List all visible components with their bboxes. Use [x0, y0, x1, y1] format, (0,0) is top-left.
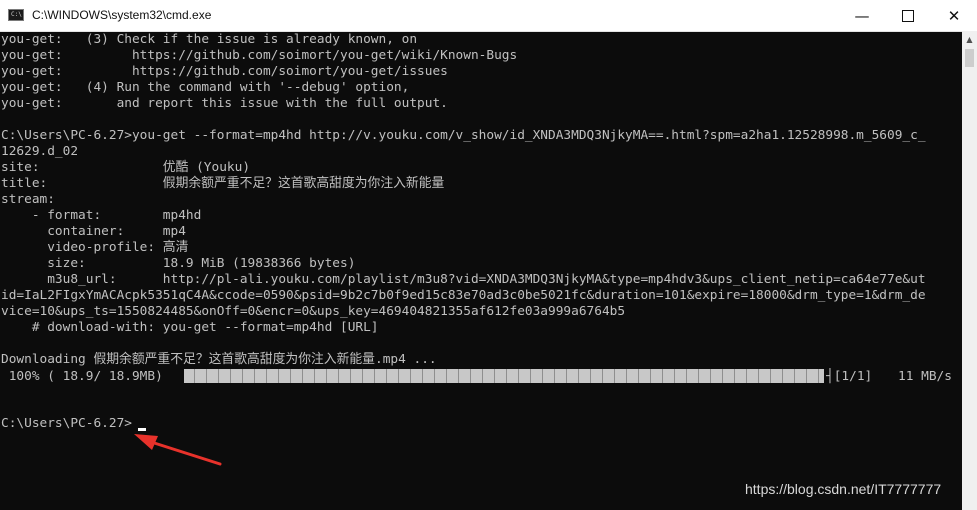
console-line: you-get: and report this issue with the …	[1, 96, 448, 111]
console-line: 12629.d_02	[1, 144, 79, 159]
close-button[interactable]: ✕	[931, 0, 977, 31]
console-line: you-get: https://github.com/soimort/you-…	[1, 64, 448, 79]
console-line: m3u8_url: http://pl-ali.youku.com/playli…	[1, 272, 926, 287]
console-line: - format: mp4hd	[1, 208, 202, 223]
cmd-app-icon[interactable]: C:\	[8, 9, 24, 21]
console-line: you-get: (3) Check if the issue is alrea…	[1, 32, 418, 47]
console-line: Downloading 假期余额严重不足？这首歌高甜度为你注入新能量.mp4 .…	[1, 352, 437, 367]
window-title: C:\WINDOWS\system32\cmd.exe	[32, 8, 212, 22]
console-line: size: 18.9 MiB (19838366 bytes)	[1, 256, 356, 271]
title-bar: C:\ C:\WINDOWS\system32\cmd.exe — ✕	[0, 0, 977, 32]
download-progress-bar	[184, 369, 824, 383]
console-line: you-get: https://github.com/soimort/you-…	[1, 48, 518, 63]
console-line: stream:	[1, 192, 55, 207]
minimize-icon: —	[854, 6, 870, 25]
vertical-scrollbar[interactable]: ▲	[962, 31, 977, 510]
console-line: site: 优酷 (Youku)	[1, 160, 251, 175]
command-prompt[interactable]: C:\Users\PC-6.27>	[1, 416, 132, 432]
red-arrow-annotation	[134, 434, 222, 466]
maximize-button[interactable]	[885, 0, 931, 31]
console-line: title: 假期余额严重不足？这首歌高甜度为你注入新能量	[1, 176, 445, 191]
console-line: C:\Users\PC-6.27>you-get --format=mp4hd …	[1, 128, 926, 143]
console-line: # download-with: you-get --format=mp4hd …	[1, 320, 379, 335]
close-icon: ✕	[947, 6, 961, 25]
console-line: you-get: (4) Run the command with '--deb…	[1, 80, 410, 95]
maximize-icon	[902, 9, 914, 22]
console-line: vice=10&ups_ts=1550824485&onOff=0&encr=0…	[1, 304, 626, 319]
minimize-button[interactable]: —	[839, 0, 885, 31]
console-line: id=IaL2FIgxYmACAcpk5351qC4A&ccode=0590&p…	[1, 288, 926, 303]
scroll-up-arrow-icon[interactable]: ▲	[962, 31, 977, 47]
csdn-watermark: https://blog.csdn.net/IT7777777	[745, 481, 942, 497]
progress-speed: 11 MB/s	[898, 369, 952, 384]
console-line: container: mp4	[1, 224, 186, 239]
progress-parts: ┤[1/1]	[826, 369, 873, 384]
console-line: video-profile: 高清	[1, 240, 189, 255]
progress-parts-label: [1/1]	[833, 369, 873, 384]
scrollbar-thumb[interactable]	[965, 49, 974, 67]
app-icon-label: C:\	[11, 11, 22, 18]
progress-percent: 100% ( 18.9/ 18.9MB)	[1, 369, 163, 384]
